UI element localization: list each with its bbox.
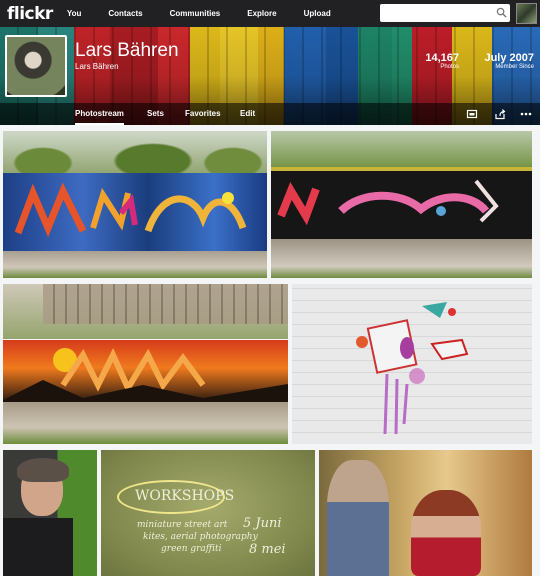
photo-shirt [3,518,73,576]
flickr-logo[interactable]: flickr [7,4,53,24]
nav-link-you[interactable]: You [67,9,82,18]
user-avatar-menu[interactable] [516,3,537,24]
tab-photostream[interactable]: Photostream [75,103,124,125]
photo-man [327,460,389,576]
photo-chalkboard-workshops[interactable]: WORKSHOPS miniature street art kites, ae… [101,450,315,576]
nav-link-communities[interactable]: Communities [170,9,221,18]
photo-sky [271,131,532,171]
chalk-workshops: WORKSHOPS [135,488,235,504]
photos-stat: 14,167 Photos [425,52,459,70]
photo-ground [3,402,288,444]
nav-link-contacts[interactable]: Contacts [108,9,142,18]
search-box [380,4,510,24]
main-nav-links: You Contacts Communities Explore Upload [67,9,358,18]
more-options-icon[interactable] [520,108,532,120]
photo-ground [271,239,532,278]
chalk-line-3: green graffiti [161,544,222,554]
photos-count: 14,167 [425,52,459,64]
photo-graffiti-black-wall[interactable] [271,131,532,278]
profile-subnav: Photostream Sets Favorites Edit [0,103,540,125]
photo-hair [17,458,69,482]
top-navigation-bar: flickr You Contacts Communities Explore … [0,0,540,27]
profile-name: Lars Bähren [75,40,179,61]
chalk-date-1: 5 Juni [243,516,282,531]
nav-link-upload[interactable]: Upload [304,9,331,18]
graffiti-art [277,179,499,226]
graffiti-art [14,182,247,238]
photo-graffiti-blue-wall[interactable] [3,131,267,278]
slideshow-icon[interactable] [466,108,478,120]
tab-edit[interactable]: Edit [240,103,255,125]
search-input[interactable] [380,5,490,24]
photo-workshop-people[interactable] [319,450,532,576]
photo-graffiti-sunset-wall[interactable] [3,284,288,444]
member-since-stat: July 2007 Member Since [484,52,534,70]
photos-label: Photos [440,64,459,70]
nav-link-explore[interactable]: Explore [247,9,276,18]
photo-woman [411,490,481,576]
stencil-art [356,302,469,435]
member-since-label: Member Since [495,64,534,70]
tab-favorites[interactable]: Favorites [185,103,221,125]
photo-stencil-brick-wall[interactable] [292,284,532,444]
profile-avatar[interactable] [5,35,67,97]
member-since-date: July 2007 [484,52,534,64]
chalk-line-2: kites, aerial photography [143,532,258,542]
photo-trees [3,141,267,177]
profile-real-name: Lars Bähren [75,62,119,71]
graffiti-art [3,348,288,402]
chalk-line-1: miniature street art [137,520,228,530]
tab-sets[interactable]: Sets [147,103,164,125]
search-icon[interactable] [496,7,507,18]
photo-man-portrait[interactable] [3,450,97,576]
share-icon[interactable] [494,108,506,120]
photo-building [43,284,288,324]
chalk-date-2: 8 mei [249,542,286,557]
photo-ground [3,251,267,278]
